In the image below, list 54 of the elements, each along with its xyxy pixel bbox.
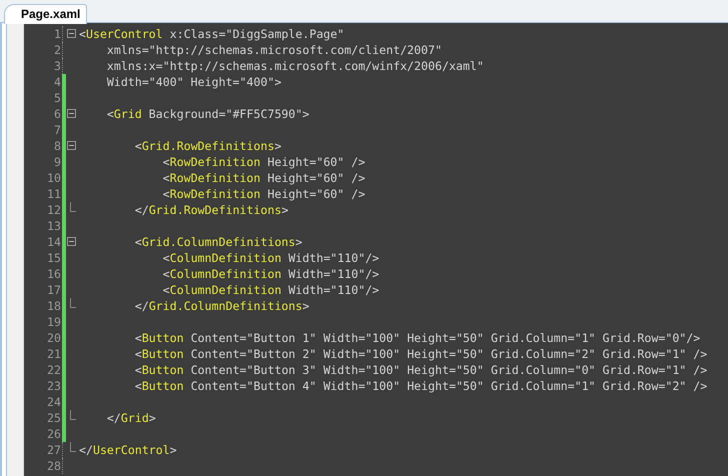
line-number: 3 xyxy=(53,58,61,74)
line-number: 15 xyxy=(46,250,61,266)
line-number: 11 xyxy=(46,186,61,202)
code-line: xmlns="http://schemas.microsoft.com/client/2007" xyxy=(106,42,442,58)
code-line: <ColumnDefinition Width="110"/> xyxy=(162,250,380,266)
code-line: <UserControl x:Class="DiggSample.Page" xyxy=(78,26,344,42)
line-number: 25 xyxy=(46,410,61,426)
line-number: 5 xyxy=(53,90,61,106)
line-number: 13 xyxy=(46,218,61,234)
code-line: <RowDefinition Height="60" /> xyxy=(162,154,366,170)
line-number: 1 xyxy=(53,26,61,42)
code-line: <Button Content="Button 4" Width="100" Height="50" Grid.Column="1" Grid.Row="2" /> xyxy=(134,378,708,394)
line-number: 28 xyxy=(46,458,61,474)
code-line: Width="400" Height="400"> xyxy=(106,74,282,90)
line-number: 21 xyxy=(46,346,61,362)
line-number: 23 xyxy=(46,378,61,394)
line-number: 17 xyxy=(46,282,61,298)
code-line: <Grid.ColumnDefinitions> xyxy=(134,234,302,250)
code-line: <RowDefinition Height="60" /> xyxy=(162,186,366,202)
line-number: 10 xyxy=(46,170,61,186)
collapse-icon[interactable] xyxy=(67,141,76,150)
code-line: </UserControl> xyxy=(78,442,177,458)
line-number: 27 xyxy=(46,442,61,458)
code-line: <Grid.RowDefinitions> xyxy=(134,138,282,154)
line-number: 19 xyxy=(46,314,61,330)
code-line: </Grid.ColumnDefinitions> xyxy=(134,298,310,314)
line-number: 7 xyxy=(53,122,61,138)
line-number: 12 xyxy=(46,202,61,218)
code-line: </Grid> xyxy=(106,410,156,426)
code-line: </Grid.RowDefinitions> xyxy=(134,202,288,218)
code-line: <ColumnDefinition Width="110"/> xyxy=(162,282,380,298)
file-tab[interactable]: Page.xaml xyxy=(4,4,88,24)
code-line: <RowDefinition Height="60" /> xyxy=(162,170,366,186)
code-line: <Grid Background="#FF5C7590"> xyxy=(106,106,310,122)
line-number: 6 xyxy=(53,106,61,122)
line-number: 20 xyxy=(46,330,61,346)
code-line: <Button Content="Button 3" Width="100" Height="50" Grid.Column="0" Grid.Row="1" /> xyxy=(134,362,708,378)
line-number: 9 xyxy=(53,154,61,170)
collapse-icon[interactable] xyxy=(67,29,76,38)
line-number: 18 xyxy=(46,298,61,314)
code-line: <ColumnDefinition Width="110"/> xyxy=(162,266,380,282)
collapse-icon[interactable] xyxy=(67,237,76,246)
line-number: 26 xyxy=(46,426,61,442)
line-number: 22 xyxy=(46,362,61,378)
line-number: 8 xyxy=(53,138,61,154)
line-number: 16 xyxy=(46,266,61,282)
code-line: <Button Content="Button 2" Width="100" Height="50" Grid.Column="2" Grid.Row="1" /> xyxy=(134,346,708,362)
code-line: <Button Content="Button 1" Width="100" Height="50" Grid.Column="1" Grid.Row="0"/> xyxy=(134,330,700,346)
line-number: 2 xyxy=(53,42,61,58)
line-number: 24 xyxy=(46,394,61,410)
code-line: xmlns:x="http://schemas.microsoft.com/winfx/2006/xaml" xyxy=(106,58,484,74)
collapse-icon[interactable] xyxy=(67,109,76,118)
line-number: 14 xyxy=(46,234,61,250)
line-number: 4 xyxy=(53,74,61,90)
